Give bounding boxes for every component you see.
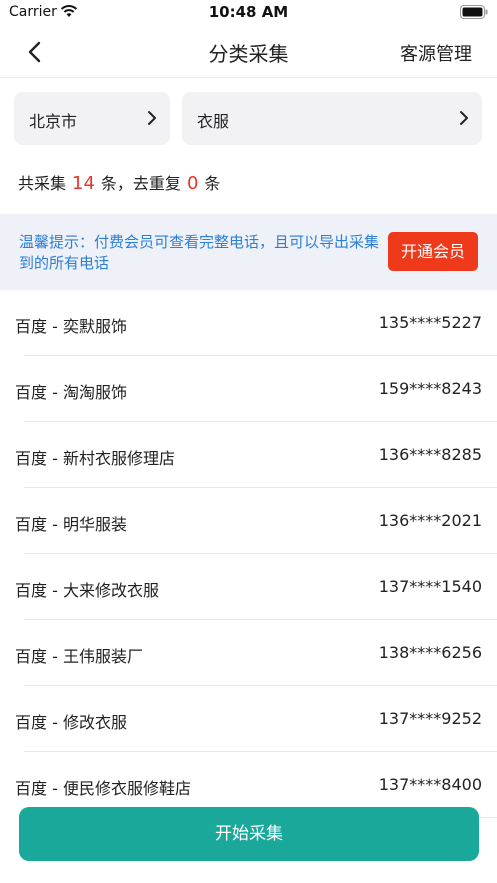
record-source-name: 百度 - 修改衣服 <box>15 713 127 732</box>
chevron-right-icon <box>148 111 156 125</box>
record-phone: 136****2021 <box>378 511 482 530</box>
city-selector[interactable]: 北京市 <box>14 92 170 145</box>
record-source-name: 百度 - 明华服装 <box>15 515 127 534</box>
record-list: 百度 - 奕默服饰 135****5227 百度 - 淘淘服饰 159****8243… <box>0 290 497 818</box>
record-phone: 135****5227 <box>378 313 482 332</box>
record-source-name: 百度 - 大来修改衣服 <box>15 581 159 600</box>
stats-prefix: 共采集 <box>18 174 67 193</box>
open-membership-button[interactable]: 开通会员 <box>388 232 478 271</box>
customer-management-button[interactable]: 客源管理 <box>400 40 472 66</box>
category-selector[interactable]: 衣服 <box>182 92 482 145</box>
record-phone: 137****1540 <box>378 577 482 596</box>
stats-suffix: 条 <box>204 174 221 193</box>
record-source-name: 百度 - 便民修衣服修鞋店 <box>15 779 191 798</box>
notice-text: 温馨提示：付费会员可查看完整电话，且可以导出采集到的所有电话 <box>19 233 380 272</box>
record-source-name: 百度 - 新村衣服修理店 <box>15 449 175 468</box>
navigation-bar: 分类采集 客源管理 <box>0 26 497 78</box>
record-phone: 138****6256 <box>378 643 482 662</box>
membership-notice: 温馨提示：付费会员可查看完整电话，且可以导出采集到的所有电话 开通会员 <box>0 214 497 290</box>
list-item[interactable]: 百度 - 大来修改衣服 137****1540 <box>0 554 497 620</box>
start-collection-button[interactable]: 开始采集 <box>19 807 479 861</box>
collection-stats: 共采集 14 条，去重复 0 条 <box>18 170 220 194</box>
back-chevron-icon[interactable] <box>22 38 50 66</box>
record-phone: 159****8243 <box>378 379 482 398</box>
record-source-name: 百度 - 奕默服饰 <box>15 317 127 336</box>
status-time: 10:48 AM <box>208 3 289 21</box>
status-bar: Carrier 10:48 AM <box>0 0 497 26</box>
chevron-right-icon <box>460 111 468 125</box>
record-source-name: 百度 - 淘淘服饰 <box>15 383 127 402</box>
total-count: 14 <box>72 173 95 194</box>
list-item[interactable]: 百度 - 王伟服装厂 138****6256 <box>0 620 497 686</box>
list-item[interactable]: 百度 - 修改衣服 137****9252 <box>0 686 497 752</box>
list-item[interactable]: 百度 - 明华服装 136****2021 <box>0 488 497 554</box>
battery-icon <box>460 5 488 19</box>
record-phone: 136****8285 <box>378 445 482 464</box>
city-label: 北京市 <box>29 112 78 131</box>
record-source-name: 百度 - 王伟服装厂 <box>15 647 143 666</box>
list-item[interactable]: 百度 - 奕默服饰 135****5227 <box>0 290 497 356</box>
duplicate-count: 0 <box>186 173 199 194</box>
record-phone: 137****8400 <box>378 775 482 794</box>
stats-mid: 条，去重复 <box>100 174 181 193</box>
list-item[interactable]: 百度 - 新村衣服修理店 136****8285 <box>0 422 497 488</box>
record-phone: 137****9252 <box>378 709 482 728</box>
category-label: 衣服 <box>197 112 230 131</box>
list-item[interactable]: 百度 - 淘淘服饰 159****8243 <box>0 356 497 422</box>
